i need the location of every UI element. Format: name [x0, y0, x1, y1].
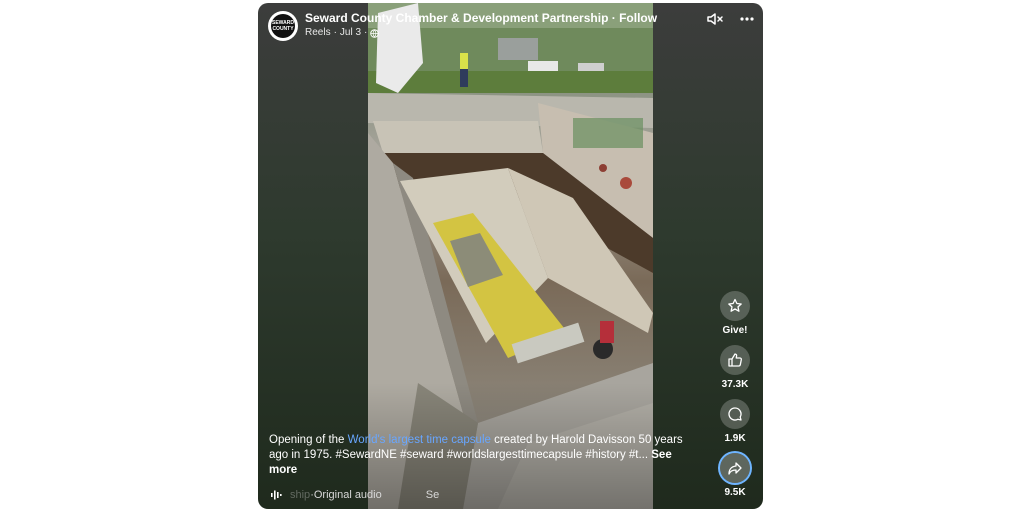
mute-button[interactable] [705, 9, 725, 29]
share-action: 9.5K [720, 453, 750, 499]
comment-count: 1.9K [724, 433, 746, 444]
comment-button[interactable] [720, 399, 750, 429]
header-separator: · [608, 11, 620, 25]
reel-card: SEWARD COUNTY Seward County Chamber & De… [258, 3, 763, 509]
give-action: Give! [720, 291, 750, 337]
avatar-logo-text: SEWARD COUNTY [271, 14, 295, 38]
more-options-button[interactable] [737, 9, 757, 29]
comment-bubble-icon [728, 407, 742, 421]
star-give-icon [728, 298, 742, 312]
caption-link[interactable]: World's largest time capsule [348, 434, 491, 446]
top-controls [705, 9, 757, 29]
meta-dot-2: · [364, 27, 368, 38]
source-label[interactable]: Reels [305, 26, 331, 40]
audio-trailing-text: Se [425, 489, 440, 501]
audio-row[interactable]: ship · Original audio Se [270, 487, 439, 503]
post-caption: Opening of the World's largest time caps… [269, 433, 689, 478]
globe-icon [370, 28, 380, 38]
caption-prefix: Opening of the [269, 434, 348, 446]
like-button[interactable] [720, 345, 750, 375]
page-name-link[interactable]: Seward County Chamber & Development Part… [305, 11, 608, 25]
thumbs-up-icon [728, 353, 742, 367]
share-button[interactable] [720, 453, 750, 483]
audio-label: Original audio [313, 489, 382, 501]
post-header: SEWARD COUNTY Seward County Chamber & De… [268, 11, 753, 45]
page-avatar[interactable]: SEWARD COUNTY [268, 11, 298, 41]
post-date[interactable]: Jul 3 [340, 26, 361, 40]
speaker-muted-icon [707, 13, 723, 25]
audio-wave-icon [271, 490, 282, 500]
give-label: Give! [722, 325, 748, 336]
share-count: 9.5K [724, 487, 746, 498]
like-action: 37.3K [720, 345, 750, 391]
follow-button[interactable]: Follow [619, 11, 657, 25]
header-text: Seward County Chamber & Development Part… [305, 11, 657, 40]
like-count: 37.3K [721, 379, 749, 390]
action-rail: Give! 37.3K 1.9K 9.5K [717, 291, 753, 507]
page-name-line: Seward County Chamber & Development Part… [305, 11, 657, 26]
share-arrow-icon [728, 462, 742, 475]
comment-action: 1.9K [720, 399, 750, 445]
meta-dot: · [333, 27, 337, 38]
give-button[interactable] [720, 291, 750, 321]
post-meta: Reels · Jul 3 · [305, 26, 657, 40]
audio-scroll-text: ship [290, 489, 311, 501]
more-dots-icon [740, 17, 754, 21]
